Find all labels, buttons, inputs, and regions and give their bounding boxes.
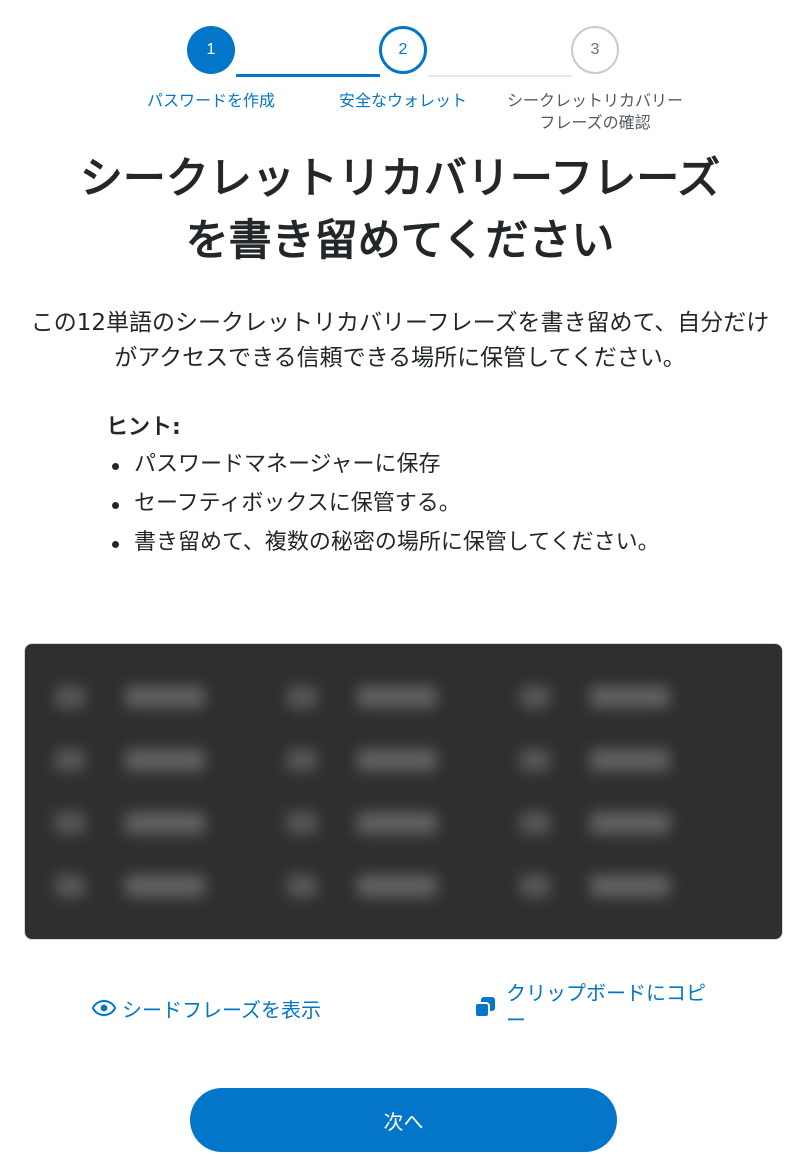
page-title: シークレットリカバリーフレーズを書き留めてください [79, 154, 721, 266]
hidden-word-number [287, 686, 318, 709]
hidden-word [287, 854, 519, 917]
hint-item: 書き留めて、複数の秘密の場所に保管してください。 [106, 528, 671, 558]
step-create-password: 1 パスワードを作成 [111, 26, 311, 112]
hint-item: パスワードマネージャーに保存 [106, 450, 706, 480]
step-confirm-phrase: 3 シークレットリカバリーフレーズの確認 [495, 26, 695, 134]
hidden-word [287, 666, 519, 729]
hidden-word-number [519, 686, 550, 709]
hidden-word [519, 792, 752, 855]
hints-section: ヒント: パスワードマネージャーに保存 セーフティボックスに保管する。 書き留め… [106, 412, 706, 567]
next-button[interactable]: 次へ [190, 1088, 617, 1152]
hidden-word-number [287, 874, 318, 897]
copy-to-clipboard-label: クリップボードにコピー [506, 981, 706, 1032]
hidden-word-number [287, 749, 318, 772]
hints-list: パスワードマネージャーに保存 セーフティボックスに保管する。 書き留めて、複数の… [106, 450, 706, 558]
step-secure-wallet: 2 安全なウォレット [303, 26, 503, 112]
hidden-word [519, 729, 752, 792]
hint-item: セーフティボックスに保管する。 [106, 489, 706, 519]
page-description: この12単語のシークレットリカバリーフレーズを書き留めて、自分だけがアクセスでき… [30, 310, 770, 371]
hidden-word-text [589, 874, 670, 897]
hidden-word-number [55, 686, 85, 709]
hidden-word-text [125, 686, 205, 709]
step-label-3: シークレットリカバリーフレーズの確認 [506, 91, 683, 132]
step-circle-1: 1 [187, 26, 235, 74]
copy-to-clipboard-button[interactable]: クリップボードにコピー [474, 980, 724, 1034]
hidden-word-text [125, 749, 205, 772]
step-label-2: 安全なウォレット [338, 91, 467, 110]
copy-icon [474, 997, 495, 1018]
hidden-word-text [357, 686, 438, 709]
secret-phrase-box[interactable] [24, 643, 783, 940]
step-label-1: パスワードを作成 [146, 91, 275, 110]
hidden-word [519, 854, 752, 917]
hidden-word-number [55, 811, 85, 834]
hidden-word-text [357, 874, 438, 897]
hidden-word-text [589, 811, 670, 834]
hidden-word-number [55, 749, 85, 772]
hidden-word-text [125, 874, 205, 897]
hidden-word-text [357, 749, 438, 772]
step-circle-3: 3 [571, 26, 619, 74]
hidden-word [287, 729, 519, 792]
reveal-seed-phrase-button[interactable]: シードフレーズを表示 [92, 994, 321, 1022]
hidden-word [55, 792, 287, 855]
hidden-word-number [287, 811, 318, 834]
hidden-word-text [357, 811, 438, 834]
hidden-word [55, 854, 287, 917]
hidden-word-text [125, 811, 205, 834]
hidden-word-text [589, 749, 670, 772]
eye-icon [92, 1000, 116, 1016]
hidden-word [55, 729, 287, 792]
hidden-word-number [519, 749, 550, 772]
hidden-word [287, 792, 519, 855]
hidden-word-number [55, 874, 85, 897]
hidden-word-number [519, 811, 550, 834]
hidden-word [55, 666, 287, 729]
stepper: 1 パスワードを作成 2 安全なウォレット 3 シークレットリカバリーフレーズの… [0, 26, 800, 141]
blurred-phrase-grid [25, 644, 782, 939]
step-circle-2: 2 [379, 26, 427, 74]
reveal-seed-phrase-label: シードフレーズを表示 [122, 997, 321, 1022]
hidden-word-text [589, 686, 670, 709]
hidden-word [519, 666, 752, 729]
hidden-word-number [519, 874, 550, 897]
hints-title: ヒント: [106, 415, 181, 440]
